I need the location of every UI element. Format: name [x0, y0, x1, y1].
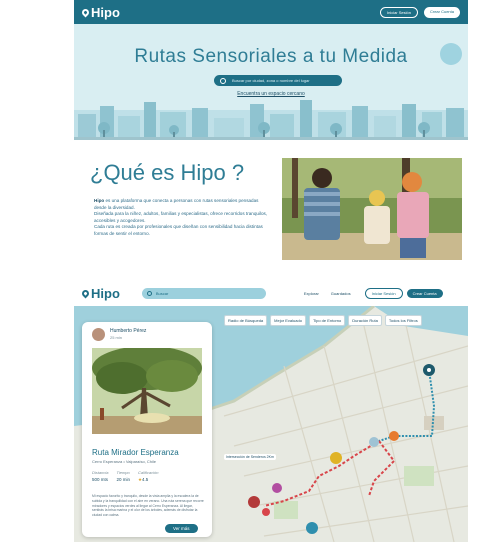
- app-signup-button[interactable]: Crear Cuenta: [406, 288, 443, 298]
- about-title: ¿Qué es Hipo ?: [90, 160, 245, 185]
- stat-label: Distancia: [92, 470, 109, 475]
- route-card: Humberto Pérez 25 min Ruta Mirador Esper…: [82, 322, 212, 537]
- route-photo[interactable]: [92, 348, 202, 434]
- stat-rating: Calificación ★4.5: [138, 470, 158, 483]
- about-brand-word: Hipo: [94, 198, 105, 203]
- stat-time: Tiempo 20 min: [116, 470, 130, 483]
- hero-search-input[interactable]: Buscar por ciudad, zona o nombre del lug…: [214, 75, 342, 86]
- app-brand-logo[interactable]: Hipo: [80, 285, 120, 301]
- nav-explore[interactable]: Explorar: [304, 291, 319, 296]
- children-photo: [282, 158, 462, 260]
- about-paragraph-3: Cada ruta es creada por profesionales qu…: [94, 224, 263, 236]
- filter-duration[interactable]: Duración Ruta: [348, 315, 382, 326]
- filter-all[interactable]: Todos los Filtros: [384, 315, 422, 326]
- route-title: Ruta Mirador Esperanza: [92, 448, 179, 457]
- about-paragraph-1: es una plataforma que conecta a personas…: [94, 198, 259, 210]
- route-stats: Distancia 500 mts Tiempo 20 min Califica…: [92, 470, 158, 483]
- author-name: Humberto Pérez: [110, 328, 147, 334]
- login-button[interactable]: Iniciar Sesión: [379, 6, 418, 18]
- search-icon: [220, 77, 226, 84]
- rating-value: 4.5: [142, 477, 149, 482]
- search-placeholder: Buscar por ciudad, zona o nombre del lug…: [232, 78, 310, 83]
- app-login-button[interactable]: Iniciar Sesión: [364, 287, 403, 299]
- stat-value: ★4.5: [138, 477, 158, 483]
- map-point-label: Intersección de Senderos 2Km: [224, 454, 276, 460]
- city-skyline-illustration: [74, 100, 468, 140]
- post-time: 25 min: [110, 335, 123, 340]
- avatar: [92, 328, 105, 341]
- location-pin-icon: [80, 7, 91, 17]
- see-more-button[interactable]: Ver más: [165, 524, 198, 533]
- stat-label: Tiempo: [116, 470, 130, 475]
- app-search-placeholder: Buscar: [155, 290, 169, 296]
- top-nav: Hipo Iniciar Sesión Crear Cuenta: [74, 0, 468, 24]
- app-nav: Hipo Buscar Explorar Guardados Iniciar S…: [74, 280, 468, 306]
- brand-name: Hipo: [91, 4, 120, 20]
- stat-label: Calificación: [137, 470, 159, 475]
- filter-environment[interactable]: Tipo de Entorno: [308, 315, 346, 326]
- brand-logo[interactable]: Hipo: [80, 4, 120, 20]
- route-description: Mi espacio favorito y tranquilo, desde l…: [92, 494, 204, 518]
- location-pin-icon: [80, 288, 91, 298]
- stat-value: 20 min: [116, 477, 130, 482]
- about-paragraph-2: Diseñada para la niñez, adultos, familia…: [94, 211, 268, 223]
- about-description: Hipo es una plataforma que conecta a per…: [94, 198, 270, 238]
- route-location: Cerro Esperanza • Valparaíso, Chile: [92, 459, 157, 464]
- hero-title: Rutas Sensoriales a tu Medida: [134, 46, 408, 67]
- filter-radius[interactable]: Radio de Búsqueda: [224, 315, 268, 326]
- app-search-input[interactable]: Buscar: [141, 287, 266, 299]
- filter-bar: Radio de Búsqueda Mejor Evaluado Tipo de…: [224, 315, 422, 326]
- signup-button[interactable]: Crear Cuenta: [423, 6, 460, 18]
- filter-best-rated[interactable]: Mejor Evaluado: [270, 315, 306, 326]
- stat-distance: Distancia 500 mts: [92, 470, 108, 483]
- search-icon: [146, 290, 152, 296]
- nav-saved[interactable]: Guardados: [331, 291, 351, 296]
- app-screen: Hipo Buscar Explorar Guardados Iniciar S…: [74, 280, 468, 542]
- app-brand-name: Hipo: [91, 285, 120, 301]
- stat-value: 500 mts: [92, 477, 109, 482]
- hero-panel: Hipo Iniciar Sesión Crear Cuenta Rutas S…: [74, 0, 468, 140]
